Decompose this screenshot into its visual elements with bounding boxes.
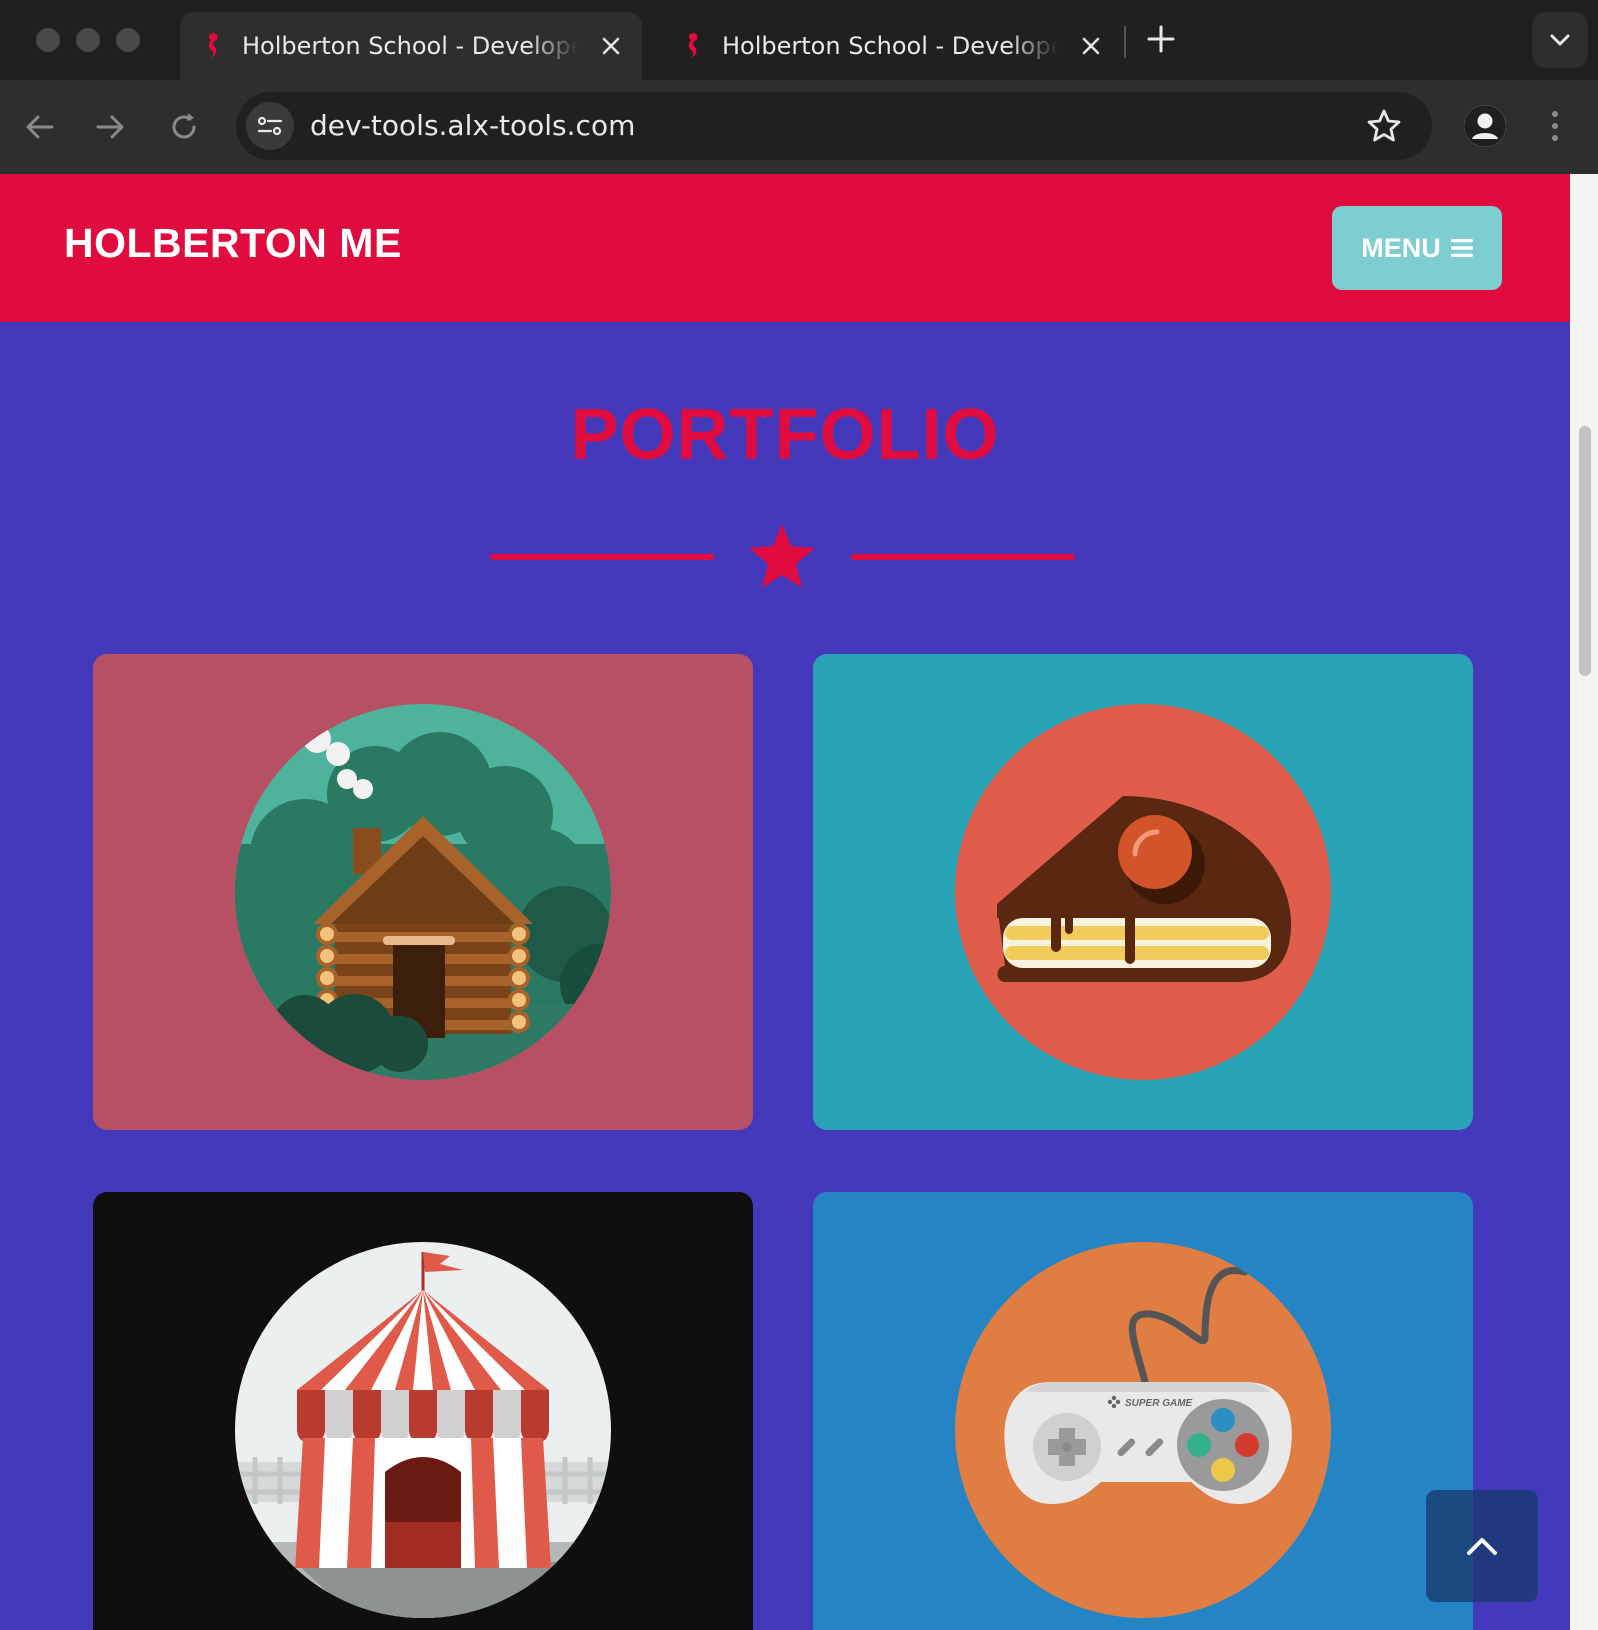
- portfolio-item-cake[interactable]: [813, 654, 1473, 1130]
- browser-toolbar: dev-tools.alx-tools.com: [0, 80, 1598, 174]
- menu-button[interactable]: MENU: [1332, 206, 1502, 290]
- portfolio-item-controller[interactable]: SUPER GAME: [813, 1192, 1473, 1630]
- tab-close-icon[interactable]: [1076, 31, 1106, 61]
- scrollbar-thumb[interactable]: [1579, 426, 1591, 676]
- window-zoom-button[interactable]: [116, 28, 140, 52]
- cake-slice-icon: [955, 704, 1331, 1080]
- forward-arrow-icon[interactable]: [92, 109, 128, 145]
- address-bar[interactable]: dev-tools.alx-tools.com: [236, 92, 1432, 160]
- divider-line-left: [490, 554, 714, 560]
- browser-tab-inactive[interactable]: Holberton School - Developer Tools: [660, 12, 1122, 80]
- bookmark-star-icon[interactable]: [1366, 108, 1402, 144]
- browser-menu-icon[interactable]: [1548, 108, 1562, 144]
- page-scrollbar[interactable]: [1570, 174, 1598, 1630]
- portfolio-item-cabin[interactable]: [93, 654, 753, 1130]
- browser-tab-active[interactable]: Holberton School - Developer Tools: [180, 12, 642, 80]
- page-viewport: HOLBERTON ME MENU PORTFOLIO SUPER GAME: [0, 174, 1570, 1630]
- game-controller-icon: SUPER GAME: [955, 1242, 1331, 1618]
- tab-close-icon[interactable]: [596, 31, 626, 61]
- back-arrow-icon[interactable]: [22, 109, 58, 145]
- window-minimize-button[interactable]: [76, 28, 100, 52]
- tab-title: Holberton School - Developer Tools: [242, 32, 578, 60]
- divider-star-icon: [749, 524, 815, 588]
- tab-search-button[interactable]: [1532, 12, 1588, 68]
- divider-line-right: [851, 554, 1075, 560]
- url-text[interactable]: dev-tools.alx-tools.com: [310, 109, 635, 142]
- window-close-button[interactable]: [36, 28, 60, 52]
- site-brand[interactable]: HOLBERTON ME: [64, 220, 402, 267]
- browser-tab-bar: Holberton School - Developer Tools Holbe…: [0, 0, 1598, 80]
- controller-label: SUPER GAME: [1125, 1398, 1193, 1409]
- chevron-up-icon: [1467, 1538, 1497, 1555]
- portfolio-item-circus[interactable]: [93, 1192, 753, 1630]
- seahorse-favicon-icon: [688, 33, 698, 58]
- menu-button-label: MENU: [1361, 232, 1441, 263]
- chevron-down-icon: [1550, 34, 1570, 46]
- seahorse-favicon-icon: [208, 33, 218, 58]
- profile-avatar-icon[interactable]: [1464, 105, 1506, 147]
- back-to-top-button[interactable]: [1426, 1490, 1538, 1602]
- site-header: HOLBERTON ME MENU: [0, 174, 1570, 322]
- portfolio-title: PORTFOLIO: [570, 395, 1000, 475]
- tab-title: Holberton School - Developer Tools: [722, 32, 1058, 60]
- reload-icon[interactable]: [166, 109, 202, 145]
- site-info-icon[interactable]: [246, 102, 294, 150]
- hamburger-icon: [1450, 239, 1473, 257]
- log-cabin-icon: [235, 704, 611, 1080]
- new-tab-plus-icon[interactable]: [1144, 22, 1178, 56]
- circus-tent-icon: [235, 1242, 611, 1618]
- tab-divider: [1124, 26, 1126, 58]
